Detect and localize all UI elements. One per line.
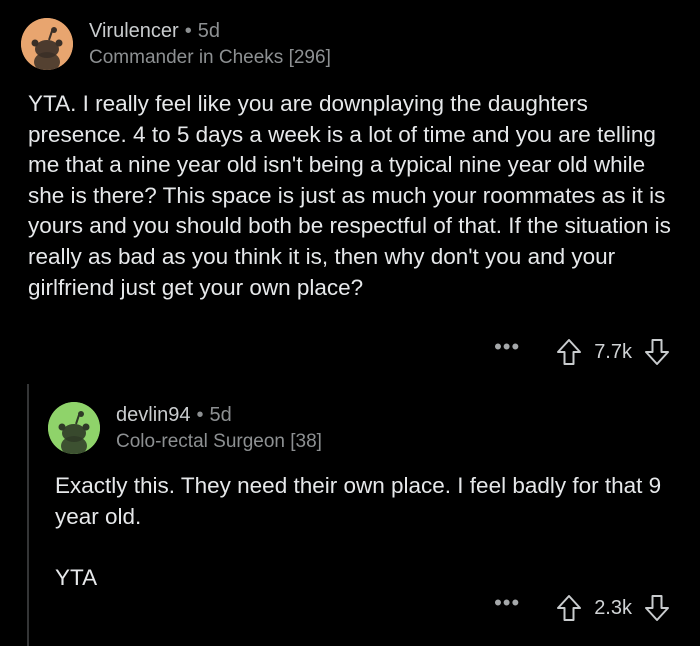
comment-body: Exactly this. They need their own place.… xyxy=(55,471,665,594)
user-avatar-icon[interactable] xyxy=(21,18,73,70)
comment-paragraph: YTA. I really feel like you are downplay… xyxy=(28,91,671,300)
more-options-icon[interactable]: ••• xyxy=(494,336,520,358)
vote-score: 7.7k xyxy=(594,340,632,363)
meta-separator: • xyxy=(184,20,192,42)
username-link[interactable]: Virulencer xyxy=(89,20,179,42)
comment-meta: Virulencer • 5d xyxy=(89,20,220,43)
thread-line[interactable] xyxy=(27,384,29,646)
upvote-arrow-icon[interactable] xyxy=(556,338,582,366)
user-flair: Commander in Cheeks [296] xyxy=(89,47,331,68)
comment-age: 5d xyxy=(209,404,232,426)
comment-actions: ••• 7.7k xyxy=(494,336,670,366)
meta-separator: • xyxy=(196,404,204,426)
downvote-arrow-icon[interactable] xyxy=(644,594,670,622)
more-options-icon[interactable]: ••• xyxy=(494,592,520,614)
comment-paragraph: YTA xyxy=(55,565,98,591)
comment-actions: ••• 2.3k xyxy=(494,592,670,622)
comment-paragraph: Exactly this. They need their own place.… xyxy=(55,473,662,529)
username-link[interactable]: devlin94 xyxy=(116,404,191,426)
comment-meta: devlin94 • 5d xyxy=(116,404,232,427)
user-flair: Colo-rectal Surgeon [38] xyxy=(116,431,322,452)
user-avatar-icon[interactable] xyxy=(48,402,100,454)
vote-score: 2.3k xyxy=(594,596,632,619)
upvote-arrow-icon[interactable] xyxy=(556,594,582,622)
comment-age: 5d xyxy=(197,20,220,42)
comment-body: YTA. I really feel like you are downplay… xyxy=(28,89,678,303)
downvote-arrow-icon[interactable] xyxy=(644,338,670,366)
